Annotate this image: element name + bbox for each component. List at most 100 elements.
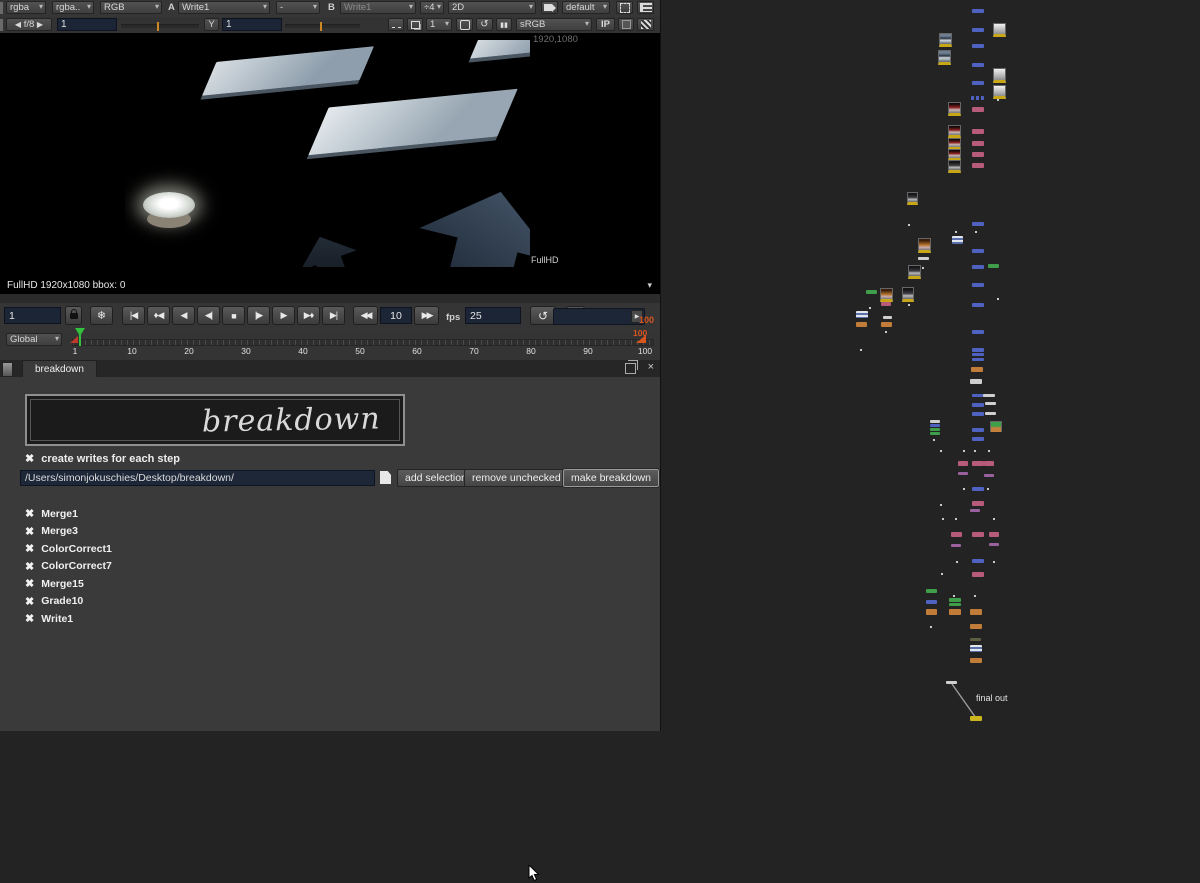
checkbox-check-icon[interactable]: ✖	[25, 577, 34, 590]
node-checkbox-row[interactable]: ✖Merge1	[25, 505, 112, 523]
graph-node[interactable]	[970, 638, 981, 641]
graph-node[interactable]	[972, 283, 984, 287]
graph-node-thumbnail[interactable]	[902, 287, 914, 302]
viewer-canvas[interactable]: 1920,1080 FullHD	[0, 33, 660, 277]
graph-node[interactable]	[971, 96, 984, 100]
graph-node[interactable]	[983, 394, 995, 397]
transport-button-2[interactable]: ◀	[172, 306, 195, 325]
graph-node-thumbnail[interactable]	[948, 125, 961, 138]
graph-node[interactable]	[970, 379, 982, 384]
wipe-mode-dropdown[interactable]: -	[276, 1, 320, 14]
output-path-input[interactable]: /Users/simonjokuschies/Desktop/breakdown…	[20, 470, 375, 486]
refresh-icon[interactable]: ↺	[476, 18, 493, 31]
graph-node[interactable]	[972, 501, 984, 506]
camera-icon[interactable]	[541, 1, 558, 14]
display-channels-dropdown[interactable]: RGB	[100, 1, 162, 14]
frame-format-icon[interactable]	[616, 1, 633, 14]
checkbox-check-icon[interactable]: ✖	[25, 560, 34, 573]
graph-node[interactable]	[970, 716, 982, 721]
float-panel-icon[interactable]	[625, 363, 636, 374]
layout-list-icon[interactable]	[637, 1, 654, 14]
graph-node[interactable]	[856, 311, 868, 318]
graph-node[interactable]	[972, 461, 984, 466]
graph-node[interactable]	[972, 303, 984, 307]
graph-node[interactable]	[946, 681, 957, 684]
graph-node[interactable]	[971, 367, 983, 372]
gamma-slider[interactable]	[285, 24, 360, 28]
pause-icon[interactable]: ▮▮	[496, 18, 512, 31]
make-breakdown-button[interactable]: make breakdown	[563, 469, 659, 487]
colorspace-dropdown[interactable]: sRGB	[516, 18, 592, 31]
view-mode-dropdown[interactable]: 2D	[448, 1, 536, 14]
graph-node-thumbnail[interactable]	[993, 85, 1006, 99]
graph-node[interactable]	[972, 44, 984, 48]
node-checkbox-row[interactable]: ✖ColorCorrect7	[25, 558, 112, 576]
graph-node[interactable]	[972, 412, 984, 416]
graph-node[interactable]	[958, 472, 968, 475]
node-checkbox-row[interactable]: ✖Merge15	[25, 575, 112, 593]
graph-node-thumbnail[interactable]	[990, 421, 1002, 432]
graph-node[interactable]	[972, 348, 984, 352]
guides-dropdown[interactable]: default	[562, 1, 610, 14]
toolbar-grip[interactable]	[0, 2, 3, 14]
graph-node-thumbnail[interactable]	[907, 192, 918, 205]
cache-slider[interactable]: ▶	[553, 308, 645, 325]
transport-button-3[interactable]: ◀|	[197, 306, 220, 325]
graph-node[interactable]	[930, 420, 940, 423]
graph-node[interactable]	[972, 222, 984, 226]
graph-node[interactable]	[972, 152, 984, 157]
rewind-button[interactable]: ◀◀	[353, 306, 378, 325]
graph-node[interactable]	[972, 265, 984, 269]
new-window-icon[interactable]	[407, 18, 423, 31]
exposure-button[interactable]: ◀ f/8 ▶	[6, 18, 52, 31]
current-frame-input[interactable]: 1	[4, 307, 61, 324]
graph-node-thumbnail[interactable]	[908, 265, 921, 279]
graph-node[interactable]	[926, 589, 937, 593]
graph-node-thumbnail[interactable]	[993, 23, 1006, 37]
graph-node-thumbnail[interactable]	[880, 288, 893, 302]
graph-node[interactable]	[881, 322, 892, 327]
graph-node[interactable]	[926, 609, 937, 615]
graph-node[interactable]	[972, 428, 984, 432]
channels-dropdown[interactable]: rgba	[6, 1, 46, 14]
graph-node[interactable]	[972, 437, 984, 441]
graph-node[interactable]	[970, 658, 982, 663]
node-checkbox-row[interactable]: ✖ColorCorrect1	[25, 540, 112, 558]
graph-node[interactable]	[949, 603, 961, 606]
graph-node[interactable]	[972, 28, 984, 32]
graph-node[interactable]	[930, 432, 940, 435]
transport-button-6[interactable]: ▶	[272, 306, 295, 325]
graph-node[interactable]	[972, 163, 984, 168]
graph-node[interactable]	[856, 322, 867, 327]
fast-forward-button[interactable]: ▶▶	[414, 306, 439, 325]
node-checkbox-row[interactable]: ✖Merge3	[25, 523, 112, 541]
graph-node[interactable]	[951, 544, 961, 547]
graph-node-thumbnail[interactable]	[948, 160, 961, 173]
roi-crosshair-icon[interactable]	[456, 18, 473, 31]
lock-icon[interactable]	[65, 306, 82, 325]
transport-button-5[interactable]: |▶	[247, 306, 270, 325]
gain-slider[interactable]	[121, 24, 199, 28]
info-caret-icon[interactable]: ▾	[647, 280, 652, 291]
transport-button-7[interactable]: ▶♦	[297, 306, 320, 325]
graph-node[interactable]	[970, 645, 982, 652]
graph-node-thumbnail[interactable]	[938, 50, 951, 65]
checkbox-check-icon[interactable]: ✖	[25, 612, 34, 625]
graph-node[interactable]	[930, 424, 940, 427]
transport-button-1[interactable]: ♦◀	[147, 306, 170, 325]
graph-node[interactable]	[972, 9, 984, 13]
graph-node[interactable]	[926, 600, 937, 604]
file-browse-icon[interactable]	[380, 471, 391, 484]
gamma-toggle-button[interactable]: Y	[204, 18, 219, 31]
graph-node[interactable]	[972, 572, 984, 577]
graph-node-thumbnail[interactable]	[993, 68, 1006, 83]
graph-node[interactable]	[930, 428, 940, 431]
layer-dropdown[interactable]: rgba..	[52, 1, 94, 14]
graph-node[interactable]	[972, 129, 984, 134]
transport-button-8[interactable]: ▶|	[322, 306, 345, 325]
graph-node[interactable]	[918, 257, 929, 260]
graph-node[interactable]	[989, 543, 999, 546]
graph-node[interactable]	[970, 509, 980, 512]
graph-node[interactable]	[972, 358, 984, 361]
frame-range-dropdown[interactable]: Global	[6, 333, 62, 346]
